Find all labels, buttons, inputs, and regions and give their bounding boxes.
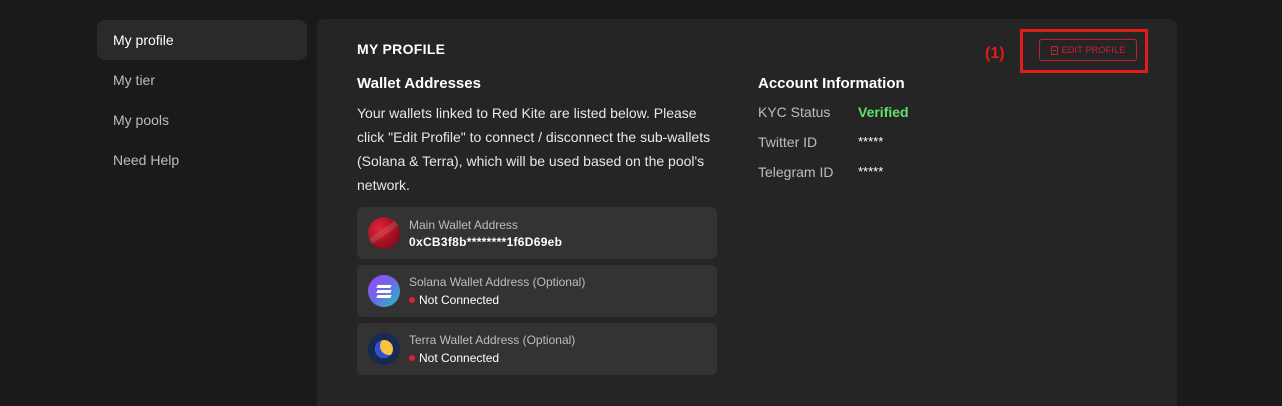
- terra-status-text: Not Connected: [419, 351, 500, 365]
- status-dot-icon: [409, 355, 415, 361]
- telegram-id-value: *****: [858, 164, 884, 179]
- document-edit-icon: [1050, 45, 1058, 55]
- account-information-heading: Account Information: [758, 75, 905, 92]
- sidebar-item-need-help[interactable]: Need Help: [97, 140, 307, 180]
- wallet-addresses-section: Wallet Addresses Your wallets linked to …: [357, 75, 717, 381]
- solana-status: Not Connected: [409, 293, 585, 307]
- telegram-id-row: Telegram ID *****: [758, 161, 1118, 182]
- twitter-id-value: *****: [858, 134, 884, 149]
- telegram-id-label: Telegram ID: [758, 163, 834, 180]
- terra-icon: [368, 333, 400, 365]
- page-title: MY PROFILE: [357, 41, 446, 57]
- edit-profile-label: EDIT PROFILE: [1061, 45, 1126, 55]
- solana-icon: [368, 275, 400, 307]
- edit-profile-button[interactable]: EDIT PROFILE: [1039, 39, 1137, 61]
- sidebar-item-my-pools[interactable]: My pools: [97, 100, 307, 140]
- main-wallet-label: Main Wallet Address: [409, 217, 518, 232]
- solana-wallet-card: Solana Wallet Address (Optional) Not Con…: [357, 265, 717, 317]
- terra-status: Not Connected: [409, 351, 575, 365]
- solana-wallet-label: Solana Wallet Address (Optional): [409, 275, 586, 289]
- profile-panel: MY PROFILE (1) EDIT PROFILE Wallet Addre…: [317, 19, 1177, 406]
- kyc-status-value: Verified: [858, 103, 909, 120]
- account-information-section: Account Information KYC Status Verified …: [758, 75, 1118, 182]
- kyc-status-label: KYC Status: [758, 103, 831, 120]
- terra-wallet-card: Terra Wallet Address (Optional) Not Conn…: [357, 323, 717, 375]
- sidebar: My profile My tier My pools Need Help: [97, 20, 307, 180]
- terra-wallet-label: Terra Wallet Address (Optional): [409, 333, 576, 347]
- solana-status-text: Not Connected: [419, 293, 500, 307]
- kyc-status-row: KYC Status Verified: [758, 101, 1118, 122]
- main-wallet-address: 0xCB3f8b********1f6D69eb: [409, 234, 563, 249]
- sidebar-item-my-tier[interactable]: My tier: [97, 60, 307, 100]
- status-dot-icon: [409, 297, 415, 303]
- red-kite-icon: [368, 217, 400, 249]
- twitter-id-label: Twitter ID: [758, 133, 818, 150]
- sidebar-item-my-profile[interactable]: My profile: [97, 20, 307, 60]
- main-wallet-card: Main Wallet Address 0xCB3f8b********1f6D…: [357, 207, 717, 259]
- annotation-label: (1): [985, 45, 1005, 62]
- wallet-description: Your wallets linked to Red Kite are list…: [357, 105, 711, 193]
- wallet-addresses-heading: Wallet Addresses: [357, 75, 481, 92]
- twitter-id-row: Twitter ID *****: [758, 131, 1118, 152]
